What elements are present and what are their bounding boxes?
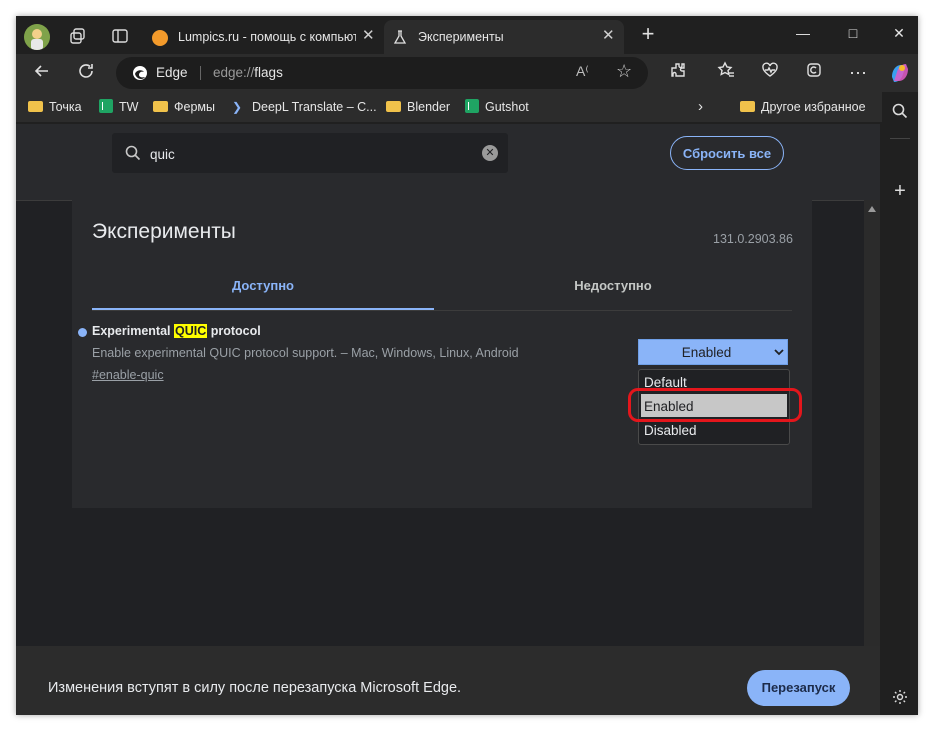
bookmark-label: Фермы (174, 100, 215, 114)
selected-value: Enabled (681, 345, 732, 360)
flag-state-select[interactable]: Enabled (638, 339, 788, 365)
tabs-divider (92, 310, 792, 311)
new-tab-button[interactable]: + (636, 22, 660, 46)
modified-dot-icon (78, 328, 87, 337)
sidebar-add-icon[interactable]: + (891, 181, 909, 201)
sheets-icon (99, 99, 113, 113)
bookmark-item[interactable]: ❯ DeepL Translate – C... (232, 98, 377, 116)
tab-title: Lumpics.ru - помощь с компьюте (178, 30, 356, 44)
workspaces-icon[interactable] (68, 26, 88, 46)
lumpics-favicon-icon (152, 30, 168, 46)
relaunch-footer: Изменения вступят в силу после перезапус… (16, 646, 880, 715)
bookmark-item[interactable]: Gutshot (465, 98, 529, 116)
search-highlight: QUIC (173, 324, 208, 338)
close-tab-icon[interactable]: ✕ (602, 28, 615, 44)
folder-icon (386, 101, 401, 112)
browser-essentials-icon[interactable] (758, 61, 782, 85)
edge-sidebar: + (882, 92, 918, 715)
flask-icon (392, 29, 408, 45)
favorite-star-icon[interactable]: ☆ (616, 61, 632, 82)
back-icon[interactable] (30, 61, 54, 85)
address-bar[interactable]: Edge edge://flags A⁽ ☆ (116, 57, 648, 89)
other-favorites[interactable]: Другое избранное (740, 98, 866, 116)
toolbar: Edge edge://flags A⁽ ☆ ⋯ (16, 54, 918, 92)
tab-experiments[interactable]: Эксперименты ✕ (384, 20, 624, 54)
favorites-bar: Точка TW Фермы ❯ DeepL Translate – C... B… (16, 92, 918, 122)
tab-strip: Lumpics.ru - помощь с компьюте ✕ Экспери… (16, 16, 918, 54)
bookmark-label: Blender (407, 100, 451, 114)
read-aloud-icon[interactable]: A⁽ (576, 63, 589, 80)
tab-unavailable[interactable]: Недоступно (434, 278, 792, 293)
edge-logo-icon (132, 65, 148, 81)
site-name: Edge (156, 65, 188, 80)
option-disabled[interactable]: Disabled (644, 423, 697, 438)
bookmark-item[interactable]: TW (99, 98, 138, 116)
sheets-icon (465, 99, 479, 113)
chevron-down-icon (773, 346, 785, 358)
search-header: ✕ Сбросить все (16, 124, 880, 201)
bookmark-label: TW (119, 100, 139, 114)
scrollbar[interactable] (864, 200, 880, 646)
bookmark-label: DeepL Translate – C... (252, 100, 377, 114)
vertical-tabs-icon[interactable] (110, 26, 130, 46)
folder-icon (28, 101, 43, 112)
maximize-icon[interactable]: □ (830, 16, 876, 50)
extensions-icon[interactable] (666, 61, 690, 85)
relaunch-message: Изменения вступят в силу после перезапус… (48, 680, 462, 696)
tab-lumpics[interactable]: Lumpics.ru - помощь с компьюте ✕ (144, 20, 384, 54)
flag-title: Experimental QUIC protocol (92, 324, 261, 338)
tab-available[interactable]: Доступно (92, 278, 434, 293)
collections-icon[interactable] (802, 61, 826, 85)
bookmarks-overflow-icon[interactable]: › (698, 98, 703, 116)
profile-avatar[interactable] (24, 24, 50, 50)
browser-window: Lumpics.ru - помощь с компьюте ✕ Экспери… (16, 16, 918, 715)
flag-link[interactable]: #enable-quic (92, 368, 164, 382)
bookmark-item[interactable]: Фермы (153, 98, 215, 116)
folder-icon (740, 101, 755, 112)
relaunch-button[interactable]: Перезапуск (747, 670, 850, 706)
minimize-icon[interactable]: — (780, 16, 826, 50)
clear-search-icon[interactable]: ✕ (482, 145, 498, 161)
sidebar-settings-icon[interactable] (891, 688, 909, 706)
search-icon (124, 144, 142, 162)
flag-title-part: protocol (207, 324, 261, 338)
flag-description: Enable experimental QUIC protocol suppor… (92, 346, 519, 360)
bookmark-label: Gutshot (485, 100, 529, 114)
more-menu-icon[interactable]: ⋯ (846, 61, 870, 85)
folder-icon (153, 101, 168, 112)
url-path: flags (254, 65, 283, 80)
sidebar-search-icon[interactable] (891, 102, 909, 120)
bookmark-item[interactable]: Точка (28, 98, 82, 116)
scroll-up-arrow-icon[interactable] (868, 206, 876, 212)
sidebar-divider (890, 138, 910, 139)
page-title: Эксперименты (92, 220, 236, 243)
deepl-icon: ❯ (232, 100, 243, 114)
address-divider (200, 66, 201, 80)
bookmark-item[interactable]: Blender (386, 98, 450, 116)
annotation-highlight (628, 388, 802, 422)
url-prefix: edge:// (213, 65, 255, 80)
search-box: ✕ (112, 133, 508, 173)
favorites-icon[interactable] (714, 61, 738, 85)
other-favorites-label: Другое избранное (761, 100, 866, 114)
url-text: edge://flags (213, 65, 283, 80)
reset-all-button[interactable]: Сбросить все (670, 136, 784, 170)
version-label: 131.0.2903.86 (713, 232, 793, 246)
flags-page: ✕ Сбросить все Эксперименты 131.0.2903.8… (16, 124, 880, 715)
tab-title: Эксперименты (418, 30, 504, 44)
close-window-icon[interactable]: ✕ (876, 16, 918, 50)
active-tab-indicator (92, 308, 434, 310)
refresh-icon[interactable] (74, 61, 98, 85)
copilot-icon[interactable] (888, 61, 912, 85)
flag-title-part: Experimental (92, 324, 174, 338)
bookmark-label: Точка (49, 100, 82, 114)
close-tab-icon[interactable]: ✕ (362, 28, 375, 44)
search-input[interactable] (148, 143, 452, 165)
